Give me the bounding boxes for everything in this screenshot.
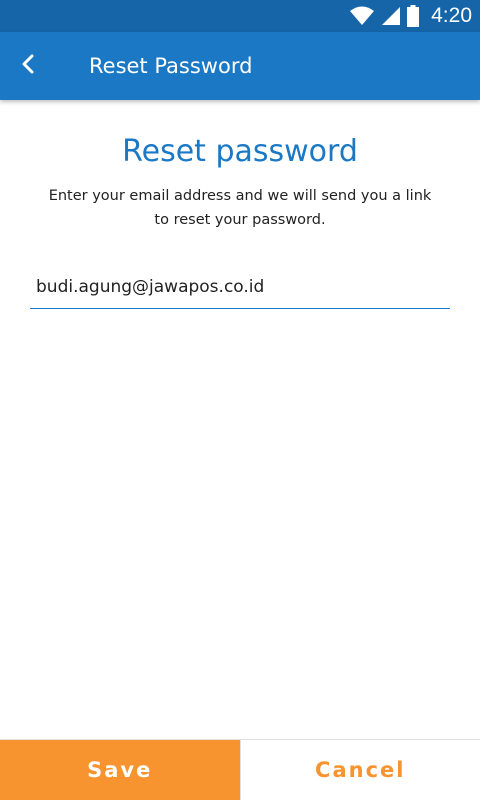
status-bar: 4:20 xyxy=(0,0,480,32)
email-input[interactable] xyxy=(30,268,450,306)
chevron-left-icon xyxy=(21,54,35,78)
save-button[interactable]: Save xyxy=(0,740,240,800)
battery-icon xyxy=(407,5,420,27)
signal-icon xyxy=(381,6,401,26)
cancel-button[interactable]: Cancel xyxy=(239,740,480,800)
app-bar-title: Reset Password xyxy=(89,54,253,78)
wifi-icon xyxy=(349,6,375,26)
instructions-text: Enter your email address and we will sen… xyxy=(40,184,440,232)
email-field xyxy=(30,268,450,309)
reset-password-screen: 4:20 Reset Password Reset password Enter… xyxy=(0,0,480,800)
instructions-line-1: Enter your email address and we will sen… xyxy=(48,188,432,204)
status-clock: 4:20 xyxy=(431,4,472,27)
status-icons: 4:20 xyxy=(349,0,472,32)
instructions-line-2: to reset your password. xyxy=(154,212,326,228)
action-bar: Save Cancel xyxy=(0,739,480,800)
app-bar: Reset Password xyxy=(0,32,480,100)
back-button[interactable] xyxy=(8,46,48,86)
page-title: Reset password xyxy=(122,134,358,169)
